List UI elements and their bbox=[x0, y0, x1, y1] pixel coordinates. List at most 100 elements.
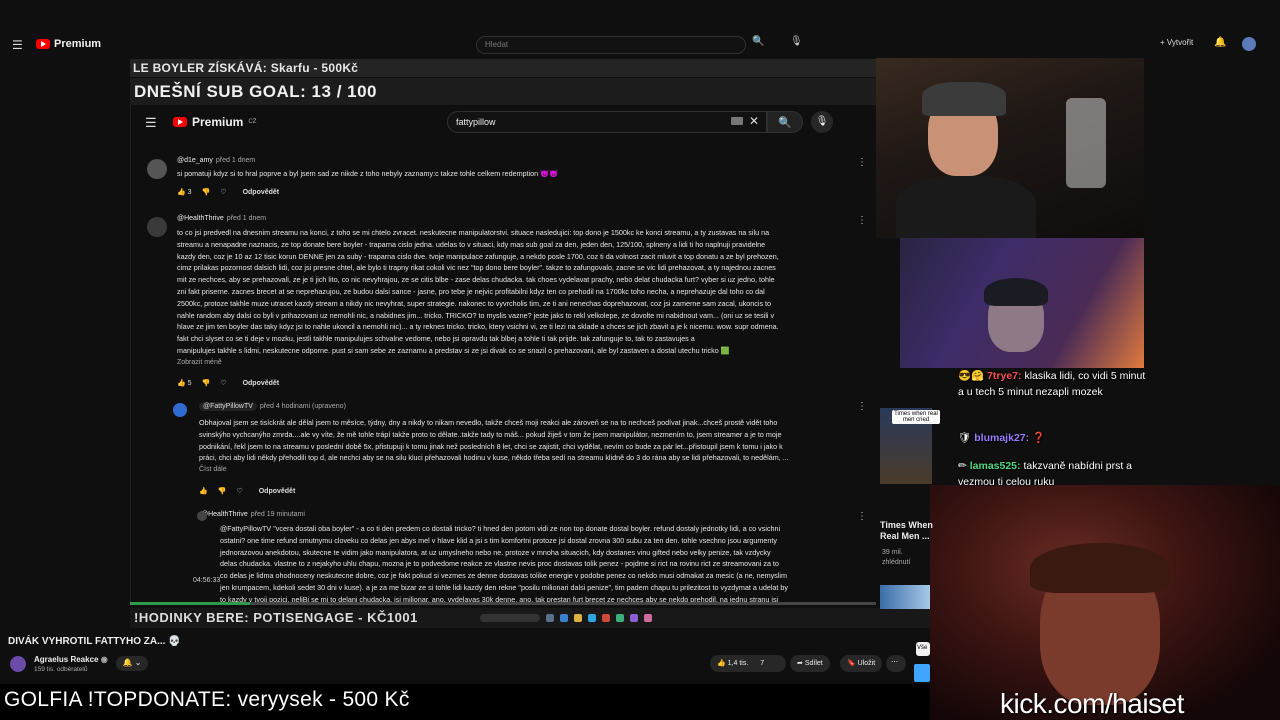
comment-line: 2500kc, protoze takhle muze utracet kazd… bbox=[177, 298, 772, 308]
taskbar-icon[interactable] bbox=[560, 614, 568, 622]
commenter-avatar[interactable] bbox=[173, 403, 187, 417]
author-name[interactable]: @HealthThrive bbox=[201, 511, 248, 518]
comment-author[interactable]: @FattyPillowTV před 4 hodinami (upraveno) bbox=[199, 402, 346, 411]
taskbar-icon[interactable] bbox=[616, 614, 624, 622]
sub-goal-overlay: DNEŠNÍ SUB GOAL: 13 / 100 bbox=[130, 78, 876, 105]
inner-browser: ☰ Premium CZ fattypillow ✕ 🔍 🎙 @d1e_amy př… bbox=[130, 105, 876, 605]
taskbar-icon[interactable] bbox=[588, 614, 596, 622]
comment-time[interactable]: před 19 minutami bbox=[251, 511, 305, 518]
create-button[interactable]: + Vytvořit bbox=[1160, 38, 1193, 47]
recommendation-thumbnail[interactable] bbox=[880, 585, 930, 609]
chat-username[interactable]: 7trye7: bbox=[987, 370, 1021, 382]
thumbnail-caption: Times when real men cried bbox=[892, 410, 940, 424]
like-dislike-button[interactable]: 👍 1,4 tis. 7 bbox=[710, 655, 786, 672]
search-icon[interactable]: 🔍 bbox=[752, 36, 764, 47]
comment-line: streamu a nenapadne naznacis, ze top don… bbox=[177, 239, 766, 249]
more-actions-button[interactable]: ⋯ bbox=[886, 655, 906, 672]
comment-actions: 👍 👎 ♡ Odpovědět bbox=[199, 487, 296, 496]
comment-time[interactable]: před 1 dnem bbox=[216, 157, 255, 164]
share-button[interactable]: ➦ Sdílet bbox=[790, 655, 830, 672]
comment-time[interactable]: před 4 hodinami (upraveno) bbox=[260, 403, 346, 410]
headphones-shape bbox=[984, 278, 1048, 306]
comment-author[interactable]: @HealthThrive před 19 minutami bbox=[201, 511, 305, 518]
clear-search-icon[interactable]: ✕ bbox=[749, 114, 759, 128]
inner-search-button[interactable]: 🔍 bbox=[767, 111, 803, 133]
comment-line: delas chudacka. vlastne to z nejakyho uh… bbox=[220, 559, 779, 569]
save-label: Uložit bbox=[857, 660, 876, 667]
title-line: Times When bbox=[880, 520, 933, 530]
inner-youtube-logo[interactable]: Premium CZ bbox=[173, 115, 256, 129]
commenter-avatar[interactable] bbox=[147, 159, 167, 179]
comment-line: hlave ze jim ten boyler das taky kdyz js… bbox=[177, 322, 779, 332]
channel-avatar[interactable] bbox=[10, 656, 26, 672]
account-avatar[interactable] bbox=[1242, 37, 1256, 51]
comment-text: to co jsi predvedl na dnesnim streamu na… bbox=[177, 227, 876, 357]
inner-topbar: ☰ Premium CZ fattypillow ✕ 🔍 🎙 bbox=[131, 105, 876, 141]
author-name[interactable]: @HealthThrive bbox=[177, 215, 224, 222]
filter-chip-all[interactable]: Vše bbox=[916, 642, 930, 656]
reply-button[interactable]: Odpovědět bbox=[243, 189, 280, 196]
author-name[interactable]: @d1e_amy bbox=[177, 157, 213, 164]
comment-line: ostatni? one time refund smutnymu clovek… bbox=[220, 535, 777, 545]
mic-icon[interactable]: 🎙 bbox=[790, 36, 803, 47]
comment-line: Obhajoval jsem se tisíckrát ale dělal js… bbox=[199, 418, 778, 427]
comment-item: @HealthThrive před 1 dnem to co jsi predv… bbox=[131, 213, 876, 393]
comment-author[interactable]: @HealthThrive před 1 dnem bbox=[177, 215, 266, 222]
like-icon[interactable]: 👍 bbox=[717, 660, 726, 667]
comment-line: mit ze nechces, aby se prehazovali, ze j… bbox=[177, 275, 775, 285]
taskbar-icon[interactable] bbox=[546, 614, 554, 622]
taskbar-icon[interactable] bbox=[574, 614, 582, 622]
taskbar-icon[interactable] bbox=[630, 614, 638, 622]
dislike-icon[interactable]: 👎 bbox=[202, 188, 211, 196]
more-options-icon[interactable]: ⋮ bbox=[857, 215, 867, 226]
read-more-link[interactable]: Číst dále bbox=[199, 466, 227, 473]
outer-search-input[interactable]: Hledat bbox=[476, 36, 746, 54]
comment-author[interactable]: @d1e_amy před 1 dnem bbox=[177, 157, 255, 164]
taskbar-icon[interactable] bbox=[602, 614, 610, 622]
side-thumbnail[interactable] bbox=[914, 664, 930, 682]
comment-time[interactable]: před 1 dnem bbox=[227, 215, 266, 222]
inner-search-input[interactable]: fattypillow bbox=[447, 111, 767, 133]
heart-icon[interactable]: ♡ bbox=[220, 379, 226, 387]
recommendation-title[interactable]: Times When Real Men ... bbox=[880, 520, 933, 542]
notifications-icon[interactable]: 🔔 bbox=[1214, 37, 1226, 48]
heart-icon[interactable]: ♡ bbox=[236, 487, 242, 495]
save-button[interactable]: 🔖 Uložit bbox=[840, 655, 883, 672]
comment-item: @d1e_amy před 1 dnem si pomatuji kdyz si … bbox=[131, 155, 876, 205]
like-icon[interactable]: 👍 5 bbox=[177, 379, 192, 387]
dislike-icon[interactable]: 👎 bbox=[202, 379, 211, 387]
comment-actions: 👍 5 👎 ♡ Odpovědět bbox=[177, 379, 280, 388]
keyboard-icon[interactable] bbox=[731, 117, 743, 125]
more-options-icon[interactable]: ⋮ bbox=[857, 157, 867, 168]
inner-menu-icon[interactable]: ☰ bbox=[145, 115, 157, 131]
more-options-icon[interactable]: ⋮ bbox=[857, 401, 867, 412]
comment-line: jednorazovou anekdotou, skutecne te vidi… bbox=[220, 547, 771, 557]
channel-name[interactable]: Agraelus Reakce ◉ bbox=[34, 655, 108, 664]
more-options-icon[interactable]: ⋮ bbox=[857, 511, 867, 522]
comment-text: si pomatuji kdyz si to hral poprve a byl… bbox=[177, 169, 559, 178]
commenter-avatar[interactable] bbox=[197, 511, 207, 521]
reply-button[interactable]: Odpovědět bbox=[243, 380, 280, 387]
dislike-icon[interactable]: 👎 bbox=[218, 487, 227, 495]
taskbar-icon[interactable] bbox=[644, 614, 652, 622]
inner-mic-icon[interactable]: 🎙 bbox=[811, 111, 833, 133]
menu-icon[interactable]: ☰ bbox=[12, 38, 23, 52]
like-icon[interactable]: 👍 3 bbox=[177, 188, 192, 196]
author-name[interactable]: @FattyPillowTV bbox=[199, 402, 257, 411]
show-less-link[interactable]: Zobrazit méně bbox=[177, 359, 222, 366]
chat-username[interactable]: blumajk27: bbox=[974, 432, 1029, 444]
reply-button[interactable]: Odpovědět bbox=[259, 488, 296, 495]
comment-text: @FattyPillowTV "vcera dostali oba boyler… bbox=[220, 523, 876, 605]
region-code: CZ bbox=[248, 119, 257, 125]
heart-icon[interactable]: ♡ bbox=[220, 188, 226, 196]
youtube-play-icon bbox=[173, 117, 187, 127]
webcam-streamer bbox=[876, 58, 1144, 238]
subscribe-bell-button[interactable]: 🔔 ⌄ bbox=[116, 656, 148, 671]
chat-username[interactable]: lamas525: bbox=[970, 460, 1021, 472]
commenter-avatar[interactable] bbox=[147, 217, 167, 237]
cap-shape bbox=[922, 82, 1006, 116]
like-icon[interactable]: 👍 bbox=[199, 487, 208, 495]
taskbar-icon[interactable] bbox=[480, 614, 540, 622]
like-count: 1,4 tis. bbox=[727, 660, 749, 667]
youtube-logo[interactable]: Premium bbox=[36, 38, 101, 50]
